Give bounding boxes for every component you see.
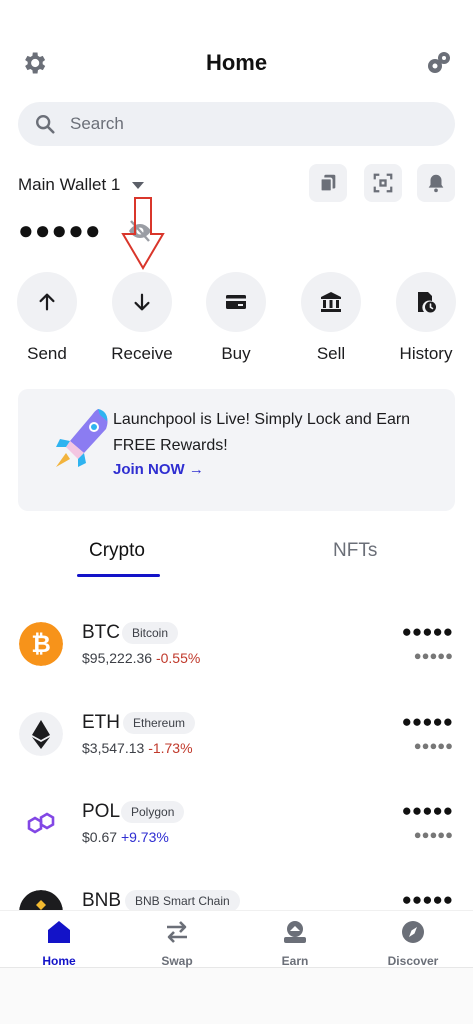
asset-name-badge: BNB Smart Chain bbox=[125, 890, 240, 912]
bottom-navigation: Home Swap Earn Discover bbox=[0, 910, 473, 968]
price-value: $0.67 bbox=[82, 829, 118, 845]
notifications-button[interactable] bbox=[417, 164, 455, 202]
compass-icon bbox=[402, 921, 424, 943]
buy-button[interactable]: Buy bbox=[189, 272, 283, 364]
receive-circle bbox=[112, 272, 172, 332]
wallet-balance: ●●●●● bbox=[18, 215, 102, 245]
bitcoin-icon: ₿ bbox=[19, 622, 63, 666]
top-header: Home bbox=[0, 40, 473, 84]
swap-icon bbox=[167, 921, 187, 943]
asset-row-pol[interactable]: POL Polygon $0.67 +9.73% ●●●●● ●●●●● bbox=[0, 799, 473, 869]
receive-button[interactable]: Receive bbox=[95, 272, 189, 364]
nav-home-label: Home bbox=[42, 954, 76, 968]
copy-icon bbox=[319, 174, 336, 193]
price-value: $3,547.13 bbox=[82, 740, 145, 756]
svg-text:₿: ₿ bbox=[31, 630, 51, 658]
asset-amount: ●●●●● bbox=[401, 801, 453, 820]
asset-price: $3,547.13 -1.73% bbox=[82, 740, 193, 756]
home-icon bbox=[48, 921, 70, 943]
send-button[interactable]: Send bbox=[0, 272, 94, 364]
launchpool-banner[interactable]: Launchpool is Live! Simply Lock and Earn… bbox=[18, 389, 455, 511]
nav-swap-label: Swap bbox=[161, 954, 193, 968]
receive-label: Receive bbox=[111, 344, 173, 363]
asset-price: $95,222.36 -0.55% bbox=[82, 650, 200, 666]
card-icon bbox=[226, 295, 246, 309]
bell-icon bbox=[428, 174, 444, 193]
history-label: History bbox=[399, 344, 453, 363]
coins-icon[interactable] bbox=[425, 49, 453, 77]
price-change: -1.73% bbox=[148, 740, 193, 756]
asset-value: ●●●●● bbox=[413, 738, 453, 753]
asset-tabs: Crypto NFTs bbox=[0, 530, 473, 580]
banner-text: Launchpool is Live! Simply Lock and Earn… bbox=[113, 411, 411, 454]
buy-label: Buy bbox=[221, 344, 251, 363]
asset-amount: ●●●●● bbox=[401, 712, 453, 731]
asset-row-btc[interactable]: ₿ BTC Bitcoin $95,222.36 -0.55% ●●●●● ●●… bbox=[0, 620, 473, 690]
send-circle bbox=[17, 272, 77, 332]
price-value: $95,222.36 bbox=[82, 650, 153, 666]
join-now-link[interactable]: Join NOW → bbox=[113, 461, 204, 478]
asset-value: ●●●●● bbox=[413, 648, 453, 663]
annotation-arrow-icon bbox=[121, 197, 165, 270]
earn-icon bbox=[284, 921, 306, 943]
nav-earn-label: Earn bbox=[281, 954, 309, 968]
polygon-icon bbox=[19, 801, 63, 845]
quick-actions: Send Receive Buy Sell History bbox=[0, 272, 473, 367]
sell-circle bbox=[301, 272, 361, 332]
search-bar[interactable]: Search bbox=[18, 102, 455, 146]
arrow-down-icon bbox=[134, 293, 150, 311]
asset-symbol: BTC bbox=[82, 622, 120, 643]
copy-button[interactable] bbox=[309, 164, 347, 202]
asset-name-badge: Polygon bbox=[121, 801, 185, 823]
page-title: Home bbox=[205, 50, 268, 75]
search-input[interactable]: Search bbox=[70, 114, 124, 134]
nav-discover[interactable]: Discover bbox=[354, 919, 472, 968]
nav-swap[interactable]: Swap bbox=[118, 919, 236, 968]
arrow-up-icon bbox=[39, 293, 55, 311]
bank-icon bbox=[321, 292, 341, 312]
tab-crypto[interactable]: Crypto bbox=[89, 540, 145, 562]
asset-amount: ●●●●● bbox=[401, 622, 453, 641]
price-change: +9.73% bbox=[120, 829, 169, 845]
history-circle bbox=[396, 272, 456, 332]
scan-button[interactable] bbox=[364, 164, 402, 202]
asset-price: $0.67 +9.73% bbox=[82, 829, 169, 845]
sell-button[interactable]: Sell bbox=[284, 272, 378, 364]
scan-icon bbox=[373, 173, 393, 193]
active-tab-indicator bbox=[77, 574, 160, 577]
send-label: Send bbox=[27, 344, 67, 363]
asset-name-badge: Ethereum bbox=[123, 712, 196, 734]
asset-symbol: POL bbox=[82, 801, 121, 822]
history-button[interactable]: History bbox=[379, 272, 473, 364]
tab-nfts[interactable]: NFTs bbox=[333, 540, 377, 562]
ethereum-icon bbox=[19, 712, 63, 756]
asset-symbol: BNB bbox=[82, 890, 122, 911]
sell-label: Sell bbox=[316, 344, 346, 363]
rocket-icon bbox=[56, 409, 108, 467]
asset-value: ●●●●● bbox=[413, 827, 453, 842]
search-icon bbox=[36, 115, 55, 134]
asset-name-badge: Bitcoin bbox=[122, 622, 179, 644]
nav-discover-label: Discover bbox=[387, 954, 439, 968]
nav-earn[interactable]: Earn bbox=[236, 919, 354, 968]
buy-circle bbox=[206, 272, 266, 332]
asset-row-eth[interactable]: ETH Ethereum $3,547.13 -1.73% ●●●●● ●●●●… bbox=[0, 710, 473, 780]
asset-amount: ●●●●● bbox=[401, 890, 453, 909]
history-icon bbox=[418, 292, 436, 313]
asset-symbol: ETH bbox=[82, 712, 120, 733]
chevron-down-icon bbox=[132, 181, 145, 189]
system-bar-area bbox=[0, 968, 473, 1024]
price-change: -0.55% bbox=[155, 650, 201, 666]
nav-home[interactable]: Home bbox=[0, 919, 118, 968]
wallet-name: Main Wallet 1 bbox=[18, 175, 121, 194]
